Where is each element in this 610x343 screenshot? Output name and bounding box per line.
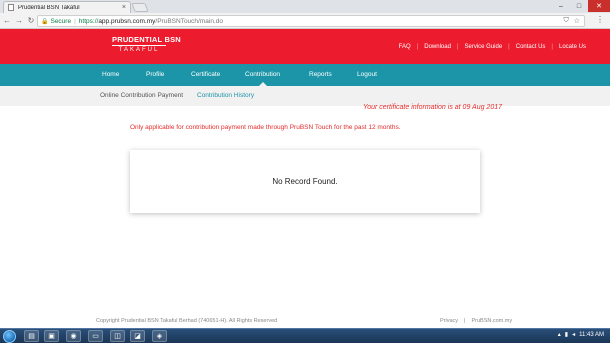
nav-reports[interactable]: Reports <box>309 64 332 86</box>
service-guide-link[interactable]: Service Guide <box>458 44 508 50</box>
explorer-app-icon[interactable]: ▤ <box>24 330 39 342</box>
browser-toolbar: ← → ↻ 🔒 Secure | https:// app.prubsn.com… <box>0 13 610 29</box>
site-header: PRUDENTIAL BSN TAKAFUL FAQ | Download | … <box>0 29 610 64</box>
subnav-online-contribution-payment[interactable]: Online Contribution Payment <box>100 86 183 106</box>
results-card: No Record Found. <box>130 150 480 213</box>
main-nav: Home Profile Certificate Contribution Re… <box>0 64 610 86</box>
contact-us-link[interactable]: Contact Us <box>510 44 552 50</box>
page-footer: Copyright Prudential BSN Takaful Berhad … <box>0 314 610 328</box>
image-viewer-app-icon[interactable]: ▣ <box>44 330 59 342</box>
reload-icon[interactable]: ↻ <box>26 16 36 25</box>
nav-certificate[interactable]: Certificate <box>191 64 220 86</box>
footer-links: Privacy | PruBSN.com.my <box>440 318 518 324</box>
secure-label: Secure <box>50 17 72 25</box>
app-icon-5[interactable]: ◪ <box>130 330 145 342</box>
download-link[interactable]: Download <box>418 44 457 50</box>
logo-line2: TAKAFUL <box>118 47 160 53</box>
window-app-icon[interactable]: ◫ <box>110 330 125 342</box>
forward-arrow-icon[interactable]: → <box>14 16 24 25</box>
tab-close-icon[interactable]: × <box>122 4 126 11</box>
chrome-app-icon[interactable]: ◉ <box>66 330 81 342</box>
browser-menu-icon[interactable]: ⋮ <box>596 15 604 24</box>
folder-app-icon[interactable]: ▭ <box>88 330 103 342</box>
url-scheme: https:// <box>78 17 99 25</box>
close-window-button[interactable]: ✕ <box>588 0 610 12</box>
maximize-button[interactable]: □ <box>570 0 588 12</box>
header-links: FAQ | Download | Service Guide | Contact… <box>393 44 592 50</box>
contribution-note: Only applicable for contribution payment… <box>130 124 401 131</box>
omnibox-icons: ⛉ ☆ <box>563 17 580 25</box>
taskbar-clock[interactable]: 11:43 AM <box>579 332 604 338</box>
windows-taskbar: ▤ ▣ ◉ ▭ ◫ ◪ ◈ ▴ ▮ ◂ 11:43 AM <box>0 328 610 343</box>
system-tray: ▴ ▮ ◂ 11:43 AM <box>558 331 604 339</box>
new-tab-button[interactable] <box>131 3 149 12</box>
bookmark-star-icon[interactable]: ☆ <box>574 17 580 25</box>
lock-icon: 🔒 <box>41 18 49 25</box>
certificate-info-text: Your certificate information is at 09 Au… <box>362 104 502 111</box>
privacy-link[interactable]: Privacy <box>440 318 458 324</box>
subnav-contribution-history[interactable]: Contribution History <box>197 86 254 106</box>
locate-us-link[interactable]: Locate Us <box>553 44 592 50</box>
faq-link[interactable]: FAQ <box>393 44 417 50</box>
prubsn-site-link[interactable]: PruBSN.com.my <box>471 318 512 324</box>
app-icon-6[interactable]: ◈ <box>152 330 167 342</box>
window-controls: – □ ✕ <box>552 0 610 12</box>
network-icon[interactable]: ▮ <box>565 331 568 338</box>
prudential-bsn-logo[interactable]: PRUDENTIAL BSN TAKAFUL <box>112 35 181 53</box>
browser-tab[interactable]: Prudential BSN Takaful × <box>3 1 131 13</box>
logo-line1: PRUDENTIAL BSN <box>112 35 181 46</box>
url-host: app.prubsn.com.my <box>98 17 156 25</box>
filter-icon[interactable]: ⛉ <box>563 17 568 25</box>
footer-link-divider: | <box>464 318 466 324</box>
url-path: /PruBSNTouch/main.do <box>155 17 223 25</box>
volume-icon[interactable]: ◂ <box>572 331 575 338</box>
nav-profile[interactable]: Profile <box>146 64 164 86</box>
tray-arrow-icon[interactable]: ▴ <box>558 331 561 338</box>
address-separator: | <box>74 17 76 25</box>
empty-state-message: No Record Found. <box>272 177 338 186</box>
back-arrow-icon[interactable]: ← <box>2 16 12 25</box>
minimize-button[interactable]: – <box>552 0 570 12</box>
browser-tab-strip: Prudential BSN Takaful × – □ ✕ <box>0 0 610 13</box>
start-button[interactable] <box>3 330 16 343</box>
tab-title: Prudential BSN Takaful <box>18 4 80 11</box>
address-bar[interactable]: 🔒 Secure | https:// app.prubsn.com.my /P… <box>37 15 585 27</box>
copyright-text: Copyright Prudential BSN Takaful Berhad … <box>96 318 278 324</box>
sub-nav: Online Contribution Payment Contribution… <box>0 86 610 106</box>
nav-home[interactable]: Home <box>102 64 119 86</box>
nav-logout[interactable]: Logout <box>357 64 377 86</box>
page-favicon-icon <box>8 4 14 11</box>
